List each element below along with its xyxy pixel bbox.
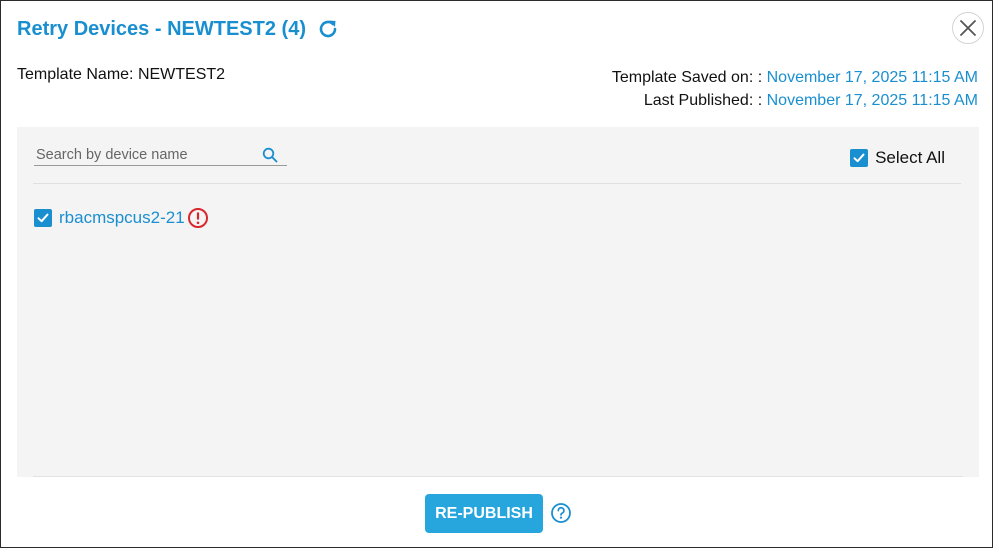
search-input[interactable] — [34, 145, 256, 165]
help-icon[interactable] — [550, 502, 572, 524]
checkmark-icon — [853, 153, 865, 163]
dialog-title-text: Retry Devices - NEWTEST2 (4) — [17, 17, 306, 40]
saved-on-row: Template Saved on: : November 17, 2025 1… — [612, 66, 978, 89]
search-icon[interactable] — [262, 147, 278, 163]
device-list-panel: Select All rbacmspcus2-21 — [17, 127, 979, 477]
saved-on-value: November 17, 2025 11:15 AM — [766, 69, 978, 86]
last-published-row: Last Published: : November 17, 2025 11:1… — [612, 89, 978, 112]
device-checkbox[interactable] — [34, 209, 52, 227]
select-all-label: Select All — [875, 148, 945, 167]
template-name: Template Name: NEWTEST2 — [17, 66, 226, 83]
warning-icon[interactable] — [187, 207, 209, 229]
select-all-toggle[interactable]: Select All — [850, 148, 945, 168]
checkmark-icon — [37, 213, 49, 223]
close-button[interactable] — [952, 12, 984, 44]
template-dates: Template Saved on: : November 17, 2025 1… — [612, 66, 978, 112]
dialog-title: Retry Devices - NEWTEST2 (4) — [17, 17, 340, 41]
close-icon — [960, 20, 976, 36]
device-row: rbacmspcus2-21 — [34, 207, 209, 229]
last-published-value: November 17, 2025 11:15 AM — [766, 92, 978, 109]
saved-on-label: Template Saved on: : — [611, 69, 767, 86]
device-name-link[interactable]: rbacmspcus2-21 — [59, 208, 185, 228]
refresh-icon[interactable] — [316, 17, 340, 41]
retry-devices-dialog: Retry Devices - NEWTEST2 (4) Template Na… — [0, 0, 993, 548]
select-all-checkbox[interactable] — [850, 149, 869, 167]
search-box — [34, 145, 287, 166]
last-published-label: Last Published: : — [643, 92, 767, 109]
footer-divider — [33, 476, 963, 477]
list-divider — [33, 183, 961, 184]
republish-button[interactable]: RE-PUBLISH — [425, 494, 543, 533]
